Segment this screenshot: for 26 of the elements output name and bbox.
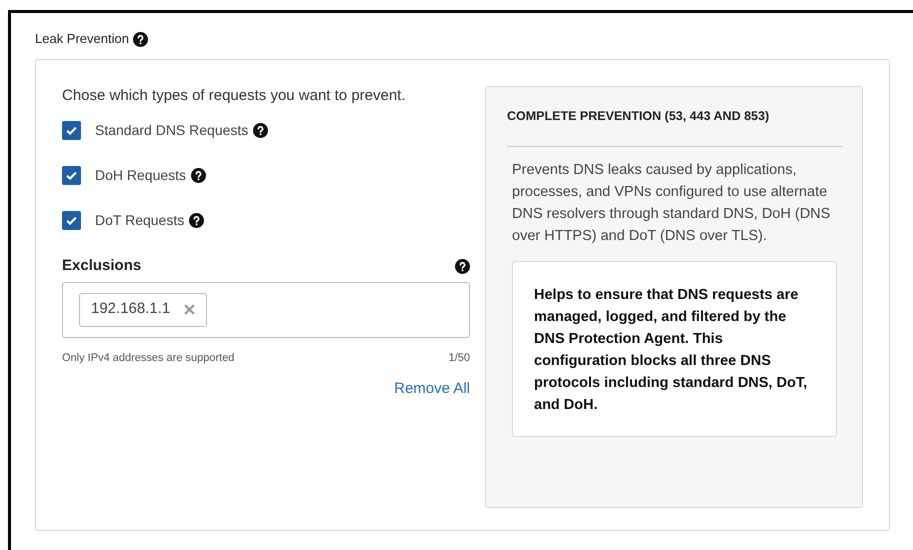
counter-text: 1/50 — [448, 350, 470, 366]
option-label: DoT Requests — [95, 211, 184, 230]
help-icon[interactable] — [455, 258, 470, 274]
note-text: Helps to ensure that DNS requests are managed, logged, and filtered by the DNS Protection Agent. This configuration blocks all three DNS protocols including standard DNS, DoT, and DoH. — [534, 286, 808, 415]
help-icon[interactable] — [189, 213, 204, 228]
panel-description: Prevents DNS leaks caused by applications, processes, and VPNs configured to use alternate DNS resolvers through standard DNS, DoH (DNS over HTTPS) and DoT (DNS over TLS). — [511, 160, 832, 246]
option-label: Standard DNS Requests — [95, 121, 248, 140]
check-icon — [65, 124, 78, 137]
section-title: Leak Prevention — [35, 30, 129, 48]
instruction-text: Chose which types of requests you want to prevent. — [62, 86, 407, 106]
remove-icon[interactable] — [184, 304, 196, 315]
help-icon[interactable] — [132, 32, 148, 46]
checkbox[interactable] — [62, 121, 81, 140]
help-icon[interactable] — [253, 123, 268, 138]
exclusions-label: Exclusions — [62, 256, 142, 276]
check-icon — [65, 214, 78, 227]
hint-text: Only IPv4 addresses are supported — [62, 350, 234, 366]
remove-all-link[interactable]: Remove All — [394, 378, 470, 400]
checkbox[interactable] — [62, 211, 81, 230]
chip-text: 192.168.1.1 — [91, 299, 170, 320]
checkbox[interactable] — [62, 166, 81, 185]
help-icon[interactable] — [191, 168, 206, 183]
panel-title: COMPLETE PREVENTION (53, 443 AND 853) — [507, 108, 770, 125]
exclusions-field[interactable]: 192.168.1.1 — [62, 282, 470, 338]
check-icon — [65, 169, 78, 182]
option-label: DoH Requests — [95, 166, 186, 185]
